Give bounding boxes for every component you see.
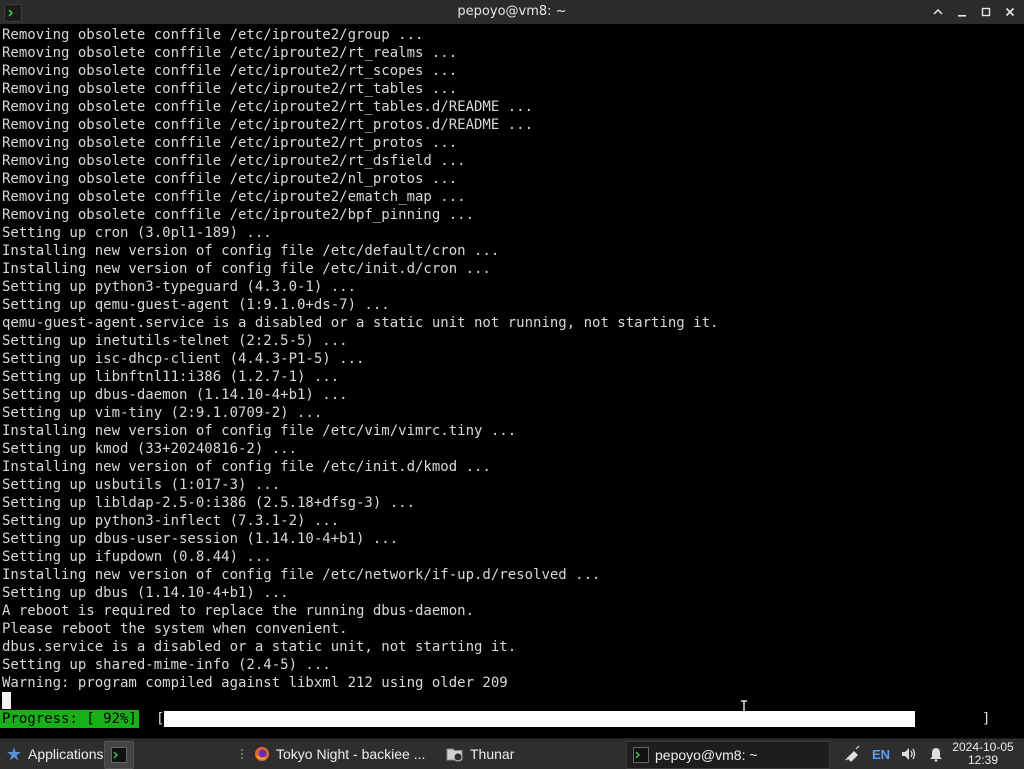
text-cursor-ibeam-icon xyxy=(739,700,749,716)
terminal-line: Removing obsolete conffile /etc/iproute2… xyxy=(2,99,534,115)
terminal-line: Removing obsolete conffile /etc/iproute2… xyxy=(2,171,458,187)
terminal-line: dbus.service is a disabled or a static u… xyxy=(2,639,517,655)
close-button[interactable] xyxy=(1002,4,1018,20)
task-firefox[interactable]: Tokyo Night - backiee ... xyxy=(248,741,446,767)
terminal-line: Removing obsolete conffile /etc/iproute2… xyxy=(2,153,466,169)
terminal-line: Setting up python3-typeguard (4.3.0-1) .… xyxy=(2,279,357,295)
terminal-line: Setting up dbus-daemon (1.14.10-4+b1) ..… xyxy=(2,387,348,403)
task-firefox-label: Tokyo Night - backiee ... xyxy=(276,746,426,762)
terminal-line: Removing obsolete conffile /etc/iproute2… xyxy=(2,207,475,223)
task-terminal-label: pepoyo@vm8: ~ xyxy=(655,747,758,763)
terminal-line: Setting up libldap-2.5-0:i386 (2.5.18+df… xyxy=(2,495,416,511)
terminal-line: Setting up libnftnl11:i386 (1.2.7-1) ... xyxy=(2,369,340,385)
progress-row: Progress: [ 92%] [ ] xyxy=(0,710,1024,728)
terminal-line: Setting up isc-dhcp-client (4.4.3-P1-5) … xyxy=(2,351,365,367)
window-titlebar[interactable]: pepoyo@vm8: ~ xyxy=(0,0,1024,25)
roll-up-button[interactable] xyxy=(930,4,946,20)
firefox-icon xyxy=(254,746,270,762)
clock[interactable]: 2024-10-05 12:39 xyxy=(948,741,1018,767)
applications-label: Applications xyxy=(28,746,104,762)
progress-bar-fill xyxy=(164,711,915,727)
terminal-line: Installing new version of config file /e… xyxy=(2,567,601,583)
terminal-line: Setting up inetutils-telnet (2:2.5-5) ..… xyxy=(2,333,348,349)
terminal-line: A reboot is required to replace the runn… xyxy=(2,603,475,619)
task-thunar-label: Thunar xyxy=(470,746,515,762)
terminal-line: Setting up dbus-user-session (1.14.10-4+… xyxy=(2,531,399,547)
terminal-line: Installing new version of config file /e… xyxy=(2,423,517,439)
terminal-line: Setting up python3-inflect (7.3.1-2) ... xyxy=(2,513,340,529)
terminal-icon xyxy=(111,747,127,763)
minimize-button[interactable] xyxy=(954,4,970,20)
network-icon[interactable] xyxy=(844,746,862,762)
terminal-line: Warning: program compiled against libxml… xyxy=(2,675,508,691)
task-terminal[interactable]: pepoyo@vm8: ~ xyxy=(626,741,830,769)
progress-close-bracket: ] xyxy=(982,711,991,727)
terminal-line: Removing obsolete conffile /etc/iproute2… xyxy=(2,135,458,151)
system-tray: EN xyxy=(844,741,944,767)
terminal-line: Setting up vim-tiny (2:9.1.0709-2) ... xyxy=(2,405,323,421)
terminal-line: Setting up dbus (1.14.10-4+b1) ... xyxy=(2,585,289,601)
terminal-cursor xyxy=(2,692,11,709)
terminal-line: Setting up usbutils (1:017-3) ... xyxy=(2,477,281,493)
minimize-icon xyxy=(958,15,966,17)
notification-bell-icon[interactable] xyxy=(928,746,944,762)
terminal-line: Removing obsolete conffile /etc/iproute2… xyxy=(2,63,458,79)
terminal-line: Installing new version of config file /e… xyxy=(2,243,500,259)
terminal-line: qemu-guest-agent.service is a disabled o… xyxy=(2,315,719,331)
terminal-line: Removing obsolete conffile /etc/iproute2… xyxy=(2,81,458,97)
terminal-line: Removing obsolete conffile /etc/iproute2… xyxy=(2,45,458,61)
terminal-launcher-button[interactable] xyxy=(104,741,134,769)
clock-time: 12:39 xyxy=(967,753,999,767)
volume-icon[interactable] xyxy=(900,746,918,762)
terminal-line: Removing obsolete conffile /etc/iproute2… xyxy=(2,27,424,43)
terminal-line: Installing new version of config file /e… xyxy=(2,261,491,277)
window-title: pepoyo@vm8: ~ xyxy=(457,4,567,19)
keyboard-layout-indicator[interactable]: EN xyxy=(872,747,890,762)
terminal-icon xyxy=(633,747,649,763)
progress-label: Progress: [ 92%] xyxy=(0,710,139,728)
applications-icon xyxy=(6,746,22,762)
taskbar: Applications Tokyo Night - backiee ... T… xyxy=(0,738,1024,769)
folder-icon xyxy=(446,746,464,762)
terminal-output: Removing obsolete conffile /etc/iproute2… xyxy=(2,26,1024,692)
terminal-line: Installing new version of config file /e… xyxy=(2,459,491,475)
applications-menu-button[interactable]: Applications xyxy=(2,741,108,767)
terminal-line: Setting up shared-mime-info (2.4-5) ... xyxy=(2,657,331,673)
progress-bar xyxy=(164,711,980,727)
close-icon xyxy=(1005,7,1015,17)
task-thunar[interactable]: Thunar xyxy=(440,741,630,767)
maximize-button[interactable] xyxy=(978,4,994,20)
terminal-line: Removing obsolete conffile /etc/iproute2… xyxy=(2,189,466,205)
terminal-line: Please reboot the system when convenient… xyxy=(2,621,348,637)
terminal-line: Setting up ifupdown (0.8.44) ... xyxy=(2,549,272,565)
maximize-icon xyxy=(981,7,991,17)
terminal-line: Setting up qemu-guest-agent (1:9.1.0+ds-… xyxy=(2,297,390,313)
terminal-line: Setting up cron (3.0pl1-189) ... xyxy=(2,225,272,241)
terminal-line: Setting up kmod (33+20240816-2) ... xyxy=(2,441,298,457)
chevron-up-icon xyxy=(933,8,943,15)
taskbar-separator-handle[interactable] xyxy=(240,747,244,761)
terminal-view[interactable]: Removing obsolete conffile /etc/iproute2… xyxy=(0,24,1024,738)
terminal-line: Removing obsolete conffile /etc/iproute2… xyxy=(2,117,534,133)
